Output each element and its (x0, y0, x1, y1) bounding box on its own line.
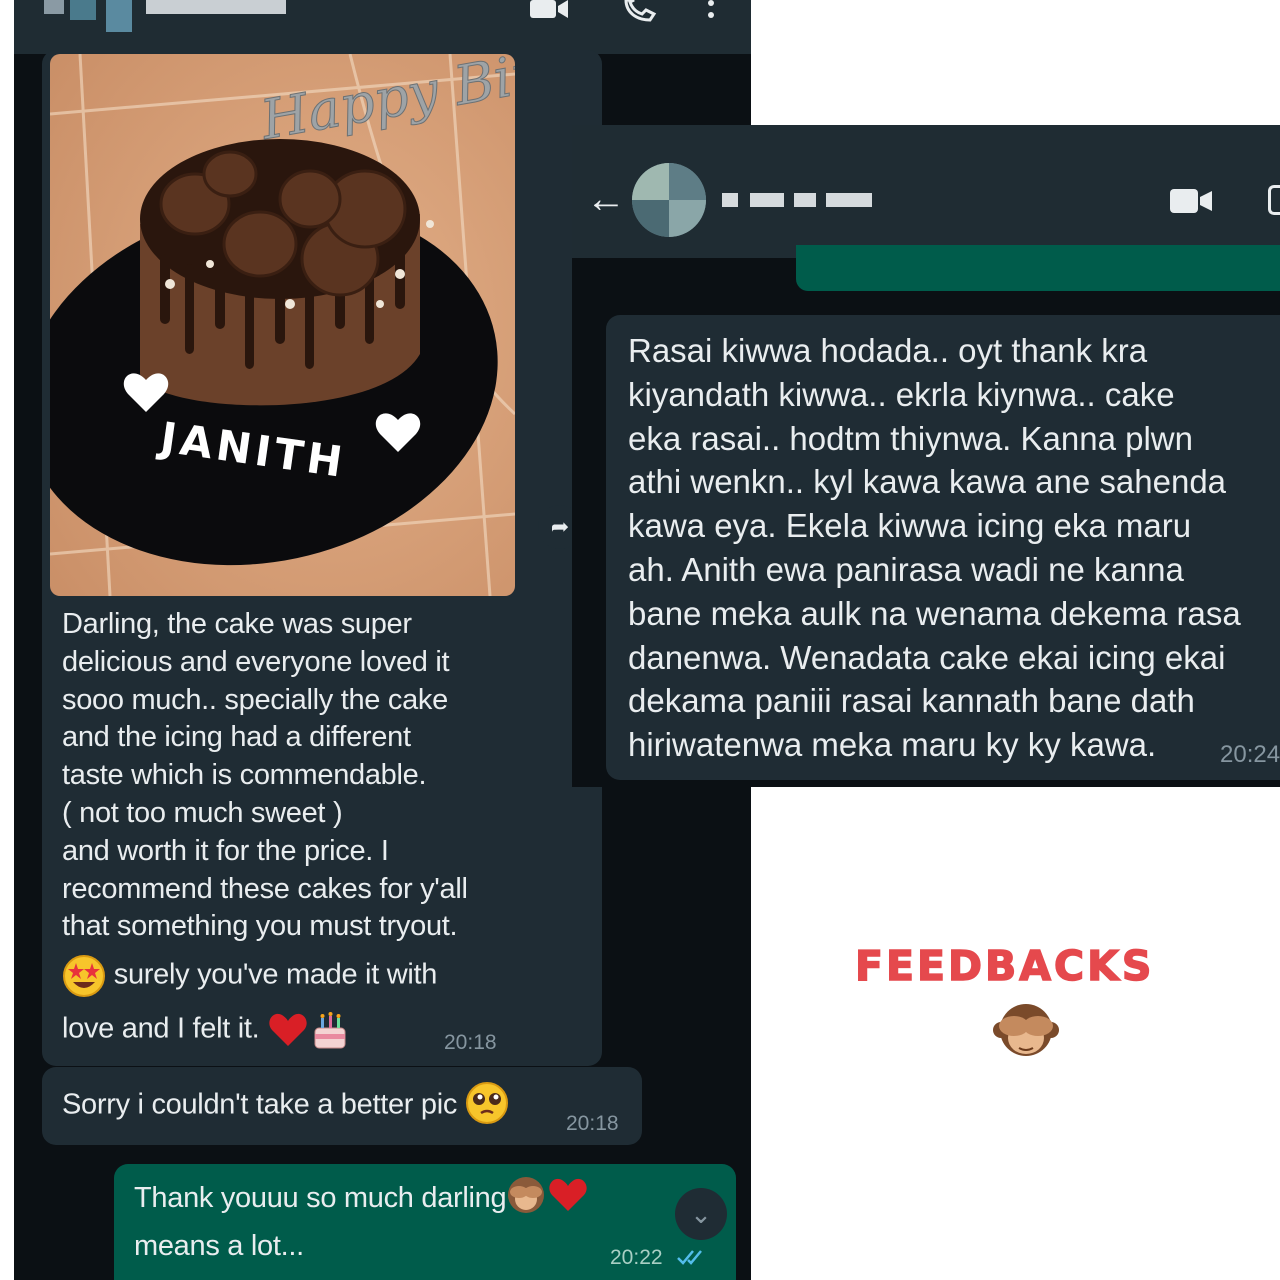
message-line: athi wenkn.. kyl kawa kawa ane sahenda (628, 463, 1227, 501)
birthday-cake-emoji-icon (314, 1012, 346, 1049)
message-text: Sorry i couldn't take a better pic (62, 1082, 509, 1125)
outgoing-message-bubble-partial (796, 245, 1280, 291)
blurred-avatar-part (70, 0, 96, 20)
double-chevron-down-icon: ⌄ (690, 1199, 712, 1229)
cake-photo[interactable]: Happy Birthday JANITH (50, 54, 515, 596)
read-double-check-icon (677, 1250, 702, 1265)
chat-header: ← (572, 125, 1280, 258)
message-text-line: Thank youuu so much darling (134, 1177, 590, 1215)
message-line: danenwa. Wenadata cake ekai icing ekai (628, 638, 1226, 676)
see-no-evil-monkey-emoji-icon (508, 1177, 545, 1214)
caption-line: and worth it for the price. I (62, 834, 389, 867)
message-line: kawa eya. Ekela kiwwa icing eka maru (628, 507, 1192, 545)
more-options-icon[interactable] (704, 0, 718, 22)
caption-line: sooo much.. specially the cake (62, 683, 448, 716)
caption-line: Darling, the cake was super (62, 608, 412, 640)
chat-screenshot-right: ← Rasai kiwwa hodada.. oyt thank kra kiy… (572, 125, 1280, 787)
blurred-contact-name (146, 0, 286, 14)
message-timestamp: 20:24 (1220, 741, 1280, 768)
blurred-contact-name (750, 193, 784, 207)
blurred-contact-name (826, 193, 872, 207)
message-text-content: Thank youuu so much darling (134, 1182, 507, 1214)
message-text-line: means a lot... (134, 1230, 304, 1262)
message-line: bane meka aulk na wenama dekema rasa (628, 594, 1241, 632)
scroll-down-button[interactable]: ⌄ (675, 1188, 727, 1240)
caption-line: taste which is commendable. (62, 759, 427, 792)
caption-emoji-line: surely you've made it with (113, 958, 438, 991)
blurred-contact-name (722, 193, 738, 207)
blurred-avatar (44, 0, 64, 14)
phone-icon[interactable] (1268, 185, 1280, 215)
caption-line: delicious and everyone loved it (62, 645, 450, 678)
page-title: FEEDBACKS (854, 941, 1155, 991)
photo-caption: Darling, the cake was super delicious an… (62, 606, 562, 1052)
red-heart-emoji-icon (549, 1179, 588, 1212)
red-heart-emoji-icon (269, 1013, 307, 1047)
message-line: hiriwatenwa meka maru ky ky kawa. (628, 726, 1157, 764)
message-line: ah. Anith ewa panirasa wadi ne kanna (628, 550, 1184, 588)
chat-header (14, 0, 751, 54)
caption-line: ( not too much sweet ) (62, 796, 343, 829)
blurred-avatar-part (106, 0, 132, 32)
message-text: Rasai kiwwa hodada.. oyt thank kra kiyan… (628, 329, 1278, 767)
caption-line: and the icing had a different (62, 721, 411, 754)
message-line: Rasai kiwwa hodada.. oyt thank kra (628, 332, 1148, 369)
back-arrow-icon[interactable]: ← (586, 177, 626, 222)
pleading-face-emoji-icon (465, 1082, 508, 1124)
see-no-evil-monkey-icon (993, 1004, 1059, 1056)
message-text-content: Sorry i couldn't take a better pic (62, 1088, 458, 1121)
caption-line: that something you must tryout. (62, 910, 458, 943)
phone-icon[interactable] (620, 0, 660, 22)
message-timestamp: 20:18 (444, 1031, 497, 1054)
star-struck-emoji-icon (63, 955, 105, 998)
message-timestamp: 20:18 (566, 1112, 619, 1135)
message-line: kiyandath kiwwa.. ekrla kiynwa.. cake (628, 375, 1175, 413)
video-call-icon[interactable] (1170, 187, 1214, 215)
video-call-icon[interactable] (528, 0, 572, 20)
blurred-avatar[interactable] (632, 163, 706, 237)
caption-line: recommend these cakes for y'all (62, 872, 468, 905)
caption-last-line: love and I felt it. (62, 1012, 260, 1045)
message-line: dekama paniii rasai kannath bane dath (628, 682, 1195, 720)
message-timestamp: 20:22 (610, 1246, 663, 1269)
message-line: eka rasai.. hodtm thiynwa. Kanna plwn (628, 419, 1193, 457)
blurred-contact-name (794, 193, 816, 207)
